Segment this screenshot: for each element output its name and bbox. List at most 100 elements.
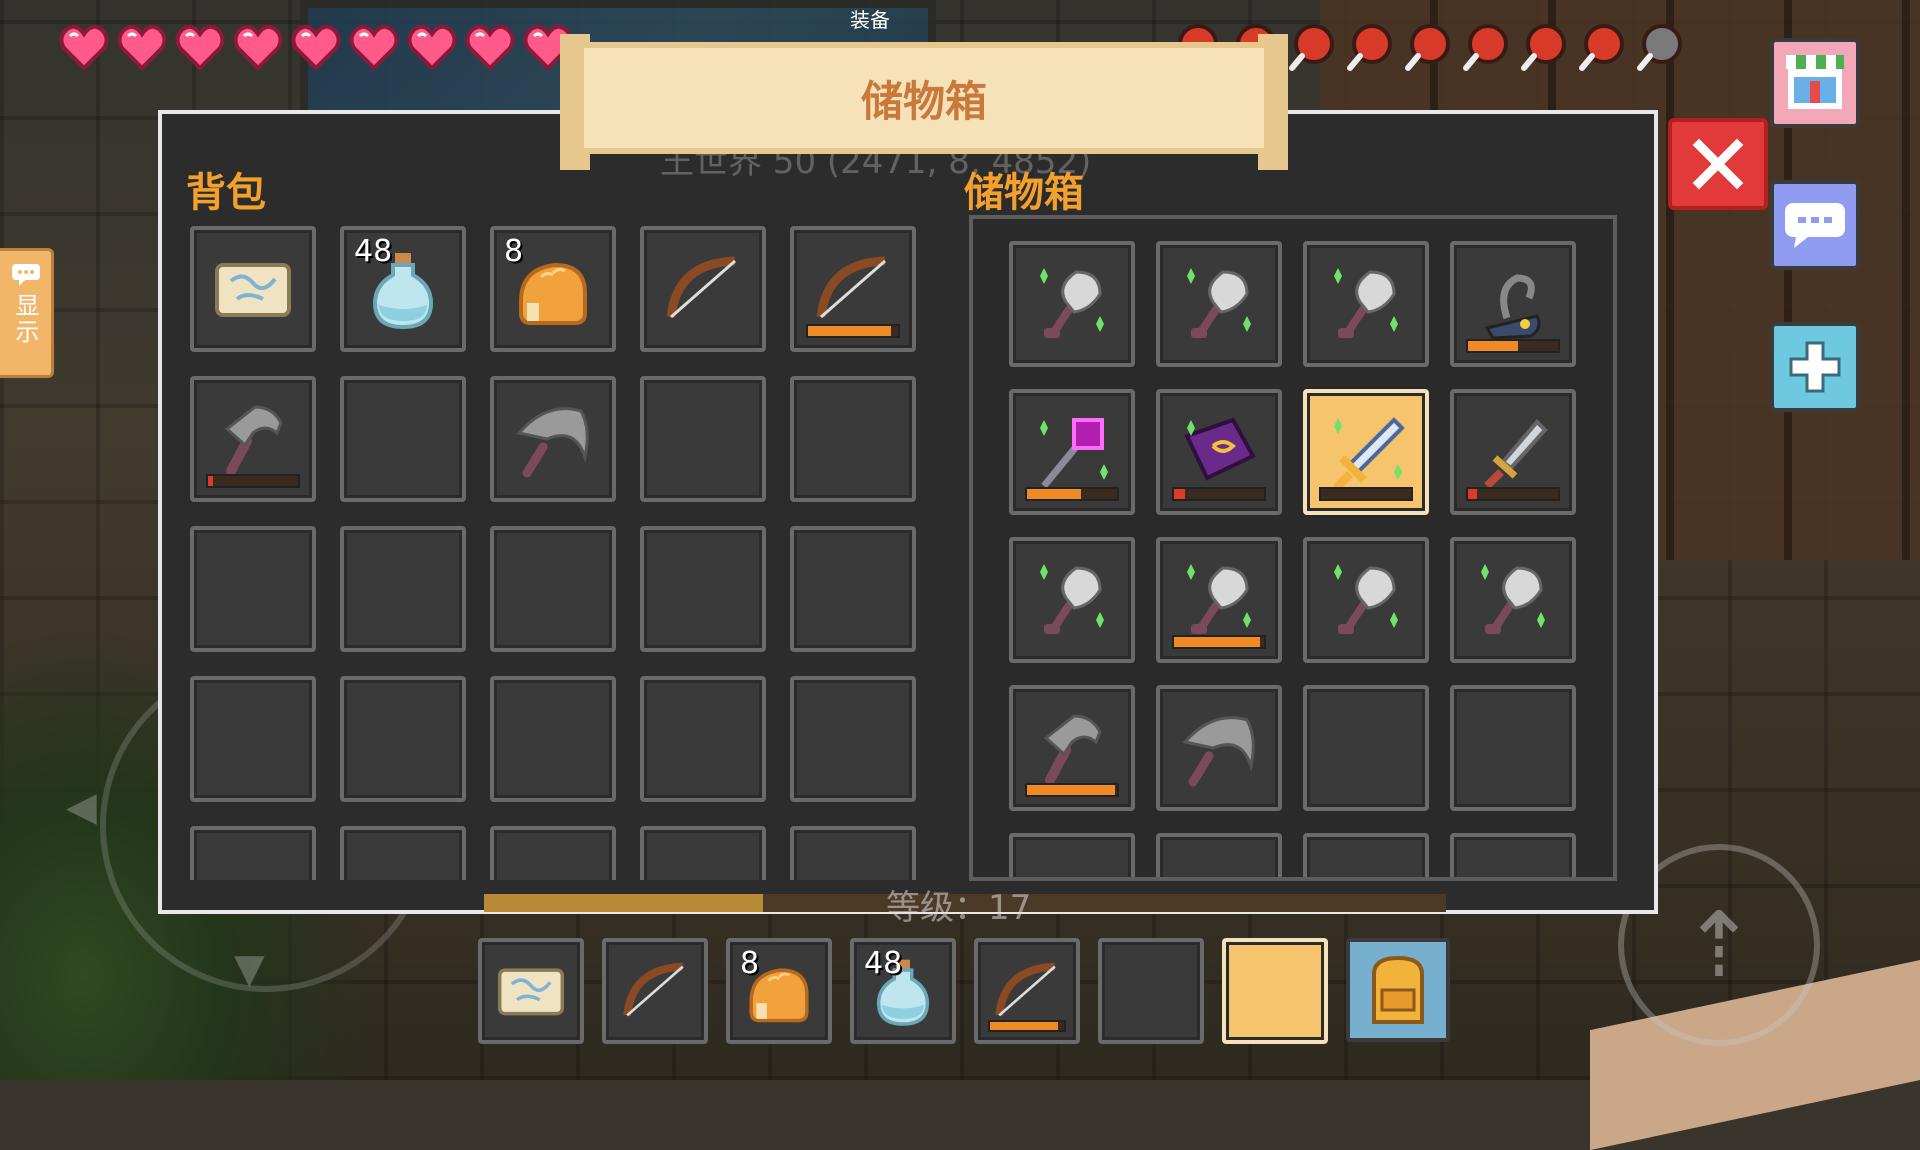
equip-label[interactable]: 装备 <box>850 4 890 33</box>
item-slot[interactable] <box>190 226 316 352</box>
durability-bar <box>1172 635 1266 649</box>
add-button[interactable] <box>1770 322 1860 412</box>
item-slot[interactable] <box>602 938 708 1044</box>
empty-slot[interactable] <box>790 376 916 502</box>
empty-slot[interactable] <box>340 826 466 880</box>
item-slot[interactable] <box>1009 537 1135 663</box>
empty-slot[interactable] <box>340 376 466 502</box>
down-arrow-icon: ▼ <box>234 946 265 992</box>
chest-grid <box>1009 241 1576 877</box>
item-slot[interactable] <box>640 226 766 352</box>
item-slot[interactable] <box>1450 537 1576 663</box>
empty-slot[interactable] <box>790 526 916 652</box>
empty-slot[interactable] <box>490 676 616 802</box>
item-slot[interactable]: 48 <box>340 226 466 352</box>
item-count: 8 <box>504 234 524 269</box>
shop-button[interactable] <box>1770 38 1860 128</box>
empty-slot[interactable] <box>1009 833 1135 877</box>
empty-slot[interactable] <box>640 676 766 802</box>
item-slot[interactable]: 48 <box>850 938 956 1044</box>
meat-icon <box>1574 22 1626 74</box>
empty-slot[interactable] <box>490 826 616 880</box>
empty-slot[interactable] <box>190 676 316 802</box>
item-count: 48 <box>354 234 393 269</box>
map-icon <box>497 968 565 1016</box>
item-slot[interactable] <box>1303 537 1429 663</box>
hotbar: 8 48 <box>478 938 1450 1044</box>
shop-icon <box>1786 55 1844 109</box>
meat-icon <box>1458 22 1510 74</box>
empty-slot[interactable] <box>1222 938 1328 1044</box>
empty-slot[interactable] <box>1303 833 1429 877</box>
grapple-icon <box>1484 274 1541 340</box>
item-slot[interactable] <box>974 938 1080 1044</box>
meat-icon <box>1284 22 1336 74</box>
durability-fill <box>1027 785 1116 795</box>
item-slot[interactable] <box>1009 241 1135 367</box>
close-button[interactable] <box>1668 118 1768 210</box>
durability-fill <box>208 476 213 486</box>
show-label: 显示 <box>11 293 39 345</box>
item-slot[interactable] <box>1156 537 1282 663</box>
chat-button[interactable] <box>1770 180 1860 270</box>
item-slot[interactable] <box>490 376 616 502</box>
empty-slot[interactable] <box>1156 833 1282 877</box>
bow-icon <box>816 256 886 319</box>
open-backpack-button[interactable] <box>1346 938 1450 1042</box>
meat-icon <box>1400 22 1452 74</box>
empty-slot[interactable] <box>190 826 316 880</box>
empty-slot[interactable] <box>640 826 766 880</box>
empty-slot[interactable] <box>640 526 766 652</box>
staff-icon <box>1040 418 1108 489</box>
heart-icon <box>348 22 400 72</box>
empty-slot[interactable] <box>1450 833 1576 877</box>
item-slot[interactable] <box>1303 241 1429 367</box>
heart-icon <box>464 22 516 72</box>
health-bar <box>58 22 574 72</box>
empty-slot[interactable] <box>1450 685 1576 811</box>
empty-slot[interactable] <box>640 376 766 502</box>
durability-fill <box>1468 341 1518 351</box>
up-arrow-icon: ⇡ <box>1681 892 1757 998</box>
item-count: 48 <box>864 946 903 981</box>
heart-icon <box>406 22 458 72</box>
bow-icon <box>666 256 736 319</box>
item-slot[interactable] <box>1156 685 1282 811</box>
item-slot[interactable] <box>790 226 916 352</box>
item-slot[interactable]: 8 <box>490 226 616 352</box>
empty-slot[interactable] <box>1098 938 1204 1044</box>
empty-slot[interactable] <box>340 526 466 652</box>
empty-slot[interactable] <box>190 526 316 652</box>
durability-bar <box>1466 487 1560 501</box>
item-slot[interactable] <box>1156 241 1282 367</box>
chest-scroll-area[interactable] <box>969 215 1617 881</box>
heart-icon <box>290 22 342 72</box>
panel-title: 储物箱 <box>860 77 987 126</box>
empty-slot[interactable] <box>490 526 616 652</box>
durability-fill <box>1027 489 1081 499</box>
backpack-scroll-area[interactable]: 48 8 <box>186 222 932 880</box>
empty-slot[interactable] <box>1303 685 1429 811</box>
empty-slot[interactable] <box>790 676 916 802</box>
item-slot[interactable] <box>478 938 584 1044</box>
shovel-icon <box>1481 564 1545 634</box>
empty-slot[interactable] <box>790 826 916 880</box>
bow-icon <box>623 962 684 1017</box>
durability-fill <box>1174 637 1260 647</box>
item-slot[interactable] <box>1450 241 1576 367</box>
durability-fill <box>1468 489 1477 499</box>
item-slot[interactable] <box>1303 389 1429 515</box>
durability-bar <box>988 1020 1066 1032</box>
sword-gold-icon <box>1333 417 1405 491</box>
heart-icon <box>174 22 226 72</box>
item-slot[interactable] <box>190 376 316 502</box>
durability-bar <box>806 324 900 338</box>
item-slot[interactable] <box>1450 389 1576 515</box>
item-slot[interactable]: 8 <box>726 938 832 1044</box>
show-chat-tab[interactable]: 显示 <box>0 248 54 378</box>
item-slot[interactable] <box>1009 389 1135 515</box>
empty-slot[interactable] <box>340 676 466 802</box>
item-slot[interactable] <box>1009 685 1135 811</box>
item-slot[interactable] <box>1156 389 1282 515</box>
durability-fill <box>990 1022 1059 1030</box>
